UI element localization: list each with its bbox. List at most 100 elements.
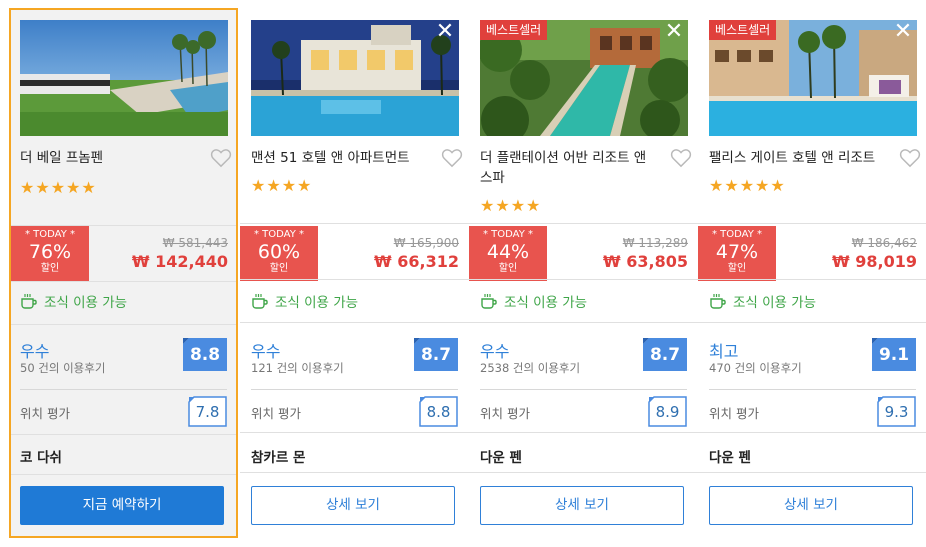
divider <box>11 474 236 475</box>
divider <box>469 432 698 433</box>
original-price: ₩ 581,443 <box>162 236 228 250</box>
heart-icon[interactable] <box>899 148 921 168</box>
view-details-button[interactable]: 상세 보기 <box>480 486 684 525</box>
bestseller-badge: 베스트셀러 <box>480 20 548 40</box>
hotel-image[interactable] <box>20 20 228 136</box>
discount-label: 할인 <box>727 263 747 274</box>
hotel-card-3[interactable]: 베스트셀러 ✕ 더 플랜테이션 어반 리조트 앤 스파 ★★★★ * TODAY… <box>469 8 699 538</box>
breakfast-available: 조식 이용 가능 <box>20 291 127 311</box>
hotel-name[interactable]: 맨션 51 호텔 앤 아파트먼트 <box>251 148 431 168</box>
discount-label: 할인 <box>40 263 60 274</box>
close-icon[interactable]: ✕ <box>893 21 913 43</box>
hotel-image[interactable]: 베스트셀러 ✕ <box>480 20 688 136</box>
hotel-area: 코 다쉬 <box>20 450 62 466</box>
location-rating-label: 위치 평가 <box>480 406 530 421</box>
location-score-badge: 7.8 <box>188 396 227 427</box>
review-score-badge: 8.8 <box>183 338 227 371</box>
review-count[interactable]: 50 건의 이용후기 <box>20 360 105 376</box>
hotel-card-1[interactable]: 더 베일 프놈펜 ★★★★★ * TODAY * 76% 할인 ₩ 581,44… <box>9 8 238 538</box>
heart-icon[interactable] <box>441 148 463 168</box>
discount-percent: 60% <box>257 241 301 263</box>
review-score-badge: 8.7 <box>414 338 458 371</box>
coffee-cup-icon <box>20 293 38 309</box>
discount-label: 할인 <box>498 263 518 274</box>
view-details-button[interactable]: 상세 보기 <box>709 486 913 525</box>
sale-price: ₩ 98,019 <box>832 252 917 271</box>
today-deal-badge: * TODAY * 44% 할인 <box>469 226 547 281</box>
location-score: 8.8 <box>426 403 451 421</box>
divider <box>480 389 687 390</box>
divider <box>240 432 469 433</box>
star-rating: ★★★★ <box>251 176 313 195</box>
review-score: 8.7 <box>649 345 681 365</box>
location-rating-label: 위치 평가 <box>709 406 759 421</box>
hotel-photo-1 <box>20 20 228 136</box>
rating-word: 우수 <box>251 342 281 361</box>
divider <box>469 279 698 280</box>
today-deal-badge: * TODAY * 47% 할인 <box>698 226 776 281</box>
hotel-card-4[interactable]: 베스트셀러 ✕ 팰리스 게이트 호텔 앤 리조트 ★★★★★ * TODAY *… <box>698 8 926 538</box>
rating-word: 우수 <box>480 342 510 361</box>
hotel-photo-2 <box>251 20 459 136</box>
today-label: * TODAY * <box>711 229 763 240</box>
coffee-cup-icon <box>709 293 727 309</box>
today-label: * TODAY * <box>24 229 76 240</box>
heart-icon[interactable] <box>210 148 232 168</box>
star-rating: ★★★★★ <box>20 178 97 197</box>
location-score-badge: 9.3 <box>877 396 916 427</box>
breakfast-label: 조식 이용 가능 <box>275 295 359 311</box>
divider <box>240 472 469 473</box>
original-price: ₩ 165,900 <box>393 236 459 250</box>
location-score: 9.3 <box>884 403 909 421</box>
breakfast-available: 조식 이용 가능 <box>251 291 358 311</box>
view-details-button[interactable]: 상세 보기 <box>251 486 455 525</box>
close-icon[interactable]: ✕ <box>435 21 455 43</box>
divider <box>240 322 469 323</box>
breakfast-label: 조식 이용 가능 <box>504 295 588 311</box>
hotel-image[interactable]: ✕ <box>251 20 459 136</box>
location-rating-label: 위치 평가 <box>251 406 301 421</box>
divider <box>469 322 698 323</box>
hotel-area: 다운 펜 <box>709 450 751 466</box>
review-count[interactable]: 2538 건의 이용후기 <box>480 360 580 376</box>
hotel-card-2[interactable]: ✕ 맨션 51 호텔 앤 아파트먼트 ★★★★ * TODAY * 60% 할인… <box>240 8 470 538</box>
divider <box>240 279 469 280</box>
hotel-name[interactable]: 더 플랜테이션 어반 리조트 앤 스파 <box>480 148 660 188</box>
hotel-name[interactable]: 더 베일 프놈펜 <box>20 148 200 168</box>
rating-word: 최고 <box>709 342 739 361</box>
breakfast-label: 조식 이용 가능 <box>733 295 817 311</box>
review-count[interactable]: 470 건의 이용후기 <box>709 360 802 376</box>
sale-price: ₩ 63,805 <box>603 252 688 271</box>
hotel-image[interactable]: 베스트셀러 ✕ <box>709 20 917 136</box>
rating-word: 우수 <box>20 342 50 361</box>
divider <box>698 322 926 323</box>
today-label: * TODAY * <box>482 229 534 240</box>
sale-price: ₩ 66,312 <box>374 252 459 271</box>
divider <box>469 223 698 224</box>
review-score-badge: 9.1 <box>872 338 916 371</box>
sale-price: ₩ 142,440 <box>131 252 228 271</box>
location-rating-label: 위치 평가 <box>20 406 70 421</box>
divider <box>698 223 926 224</box>
review-score: 8.7 <box>420 345 452 365</box>
location-score-badge: 8.8 <box>419 396 458 427</box>
book-now-button[interactable]: 지금 예약하기 <box>20 486 224 525</box>
hotel-cards: 더 베일 프놈펜 ★★★★★ * TODAY * 76% 할인 ₩ 581,44… <box>0 0 926 547</box>
divider <box>240 223 469 224</box>
review-count[interactable]: 121 건의 이용후기 <box>251 360 344 376</box>
hotel-area: 다운 펜 <box>480 450 522 466</box>
heart-icon[interactable] <box>670 148 692 168</box>
discount-percent: 47% <box>715 241 759 263</box>
coffee-cup-icon <box>251 293 269 309</box>
review-score: 9.1 <box>878 345 910 365</box>
divider <box>698 432 926 433</box>
divider <box>698 472 926 473</box>
location-score: 8.9 <box>655 403 680 421</box>
original-price: ₩ 113,289 <box>622 236 688 250</box>
hotel-name[interactable]: 팰리스 게이트 호텔 앤 리조트 <box>709 148 889 168</box>
discount-percent: 44% <box>486 241 530 263</box>
today-label: * TODAY * <box>253 229 305 240</box>
location-score-badge: 8.9 <box>648 396 687 427</box>
review-score-badge: 8.7 <box>643 338 687 371</box>
close-icon[interactable]: ✕ <box>664 21 684 43</box>
